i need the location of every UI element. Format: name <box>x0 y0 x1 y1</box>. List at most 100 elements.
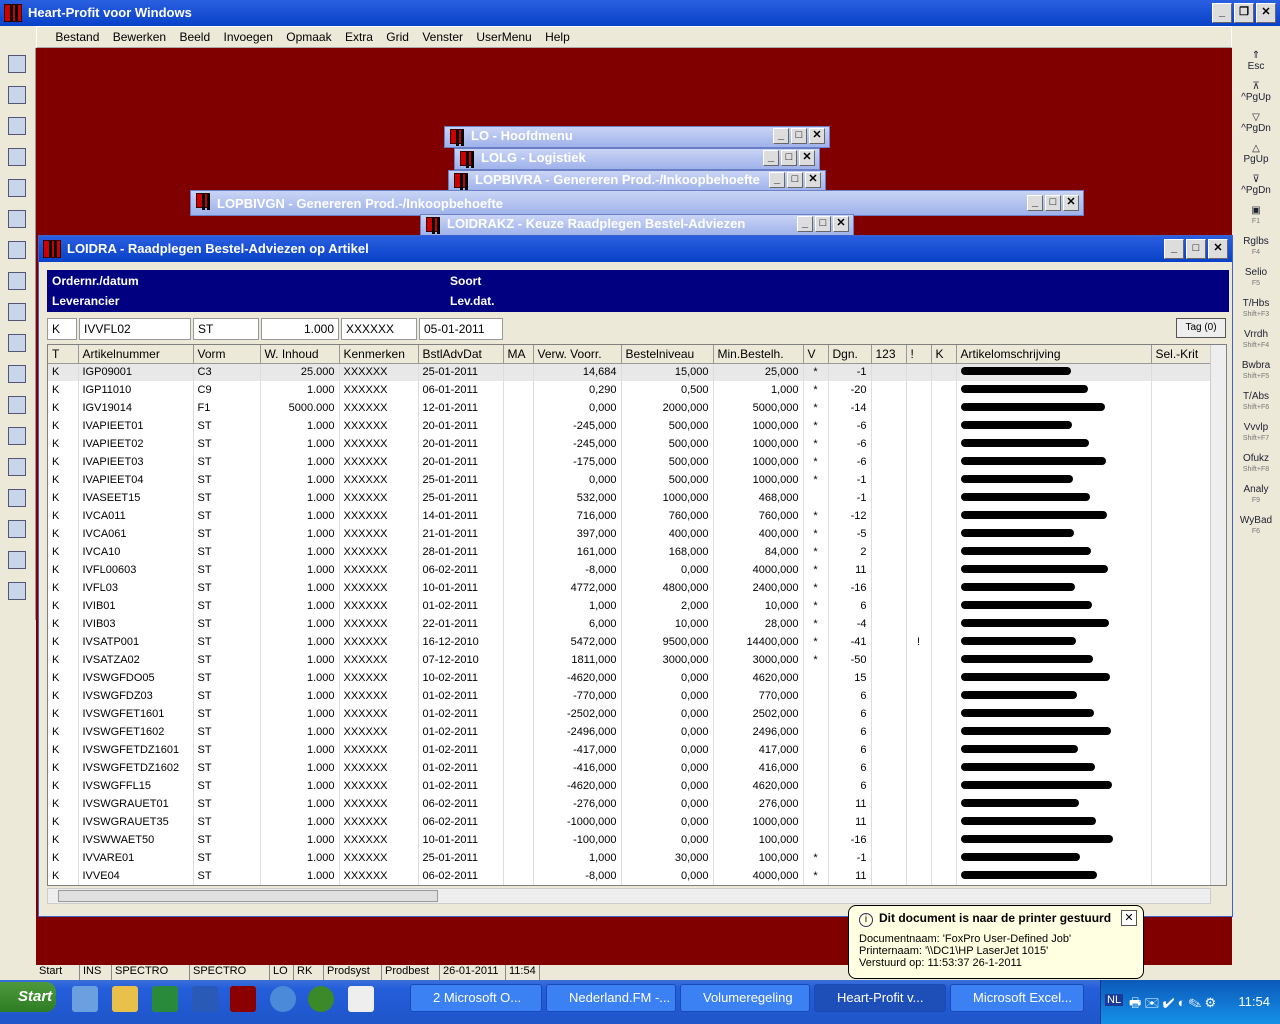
subwindow-lo[interactable]: LO - Hoofdmenu _ □ ✕ <box>444 126 830 148</box>
start-button[interactable]: Start <box>0 982 56 1012</box>
column-header[interactable]: ! <box>906 345 932 364</box>
table-row[interactable]: K IVAPIEET03 ST 1.000 XXXXXX 20-01-2011 -175,0… <box>48 453 1212 471</box>
table-row[interactable]: K IVSWGFETDZ1601 ST 1.000 XXXXXX 01-02-2011 -4… <box>48 741 1212 759</box>
column-header[interactable]: Vorm <box>193 345 261 364</box>
column-header[interactable]: Min.Bestelh. <box>713 345 804 364</box>
column-header[interactable]: BstlAdvDat <box>418 345 504 364</box>
font-icon[interactable] <box>8 117 26 135</box>
rtool-thbs[interactable]: T/Hbs Shift+F3 <box>1234 298 1278 324</box>
calendar-icon[interactable] <box>348 986 374 1012</box>
close-button[interactable]: ✕ <box>1256 3 1276 23</box>
rtool-selio[interactable]: Selio F5 <box>1234 267 1278 293</box>
table-row[interactable]: K IVSWGFETDZ1602 ST 1.000 XXXXXX 01-02-2011 -4… <box>48 759 1212 777</box>
table-row[interactable]: K IVSWGFET1601 ST 1.000 XXXXXX 01-02-2011 -250… <box>48 705 1212 723</box>
column-header[interactable]: Kenmerken <box>339 345 419 364</box>
rtool-wybad[interactable]: WyBad F6 <box>1234 515 1278 541</box>
close-button[interactable]: ✕ <box>1208 239 1228 259</box>
paste-icon[interactable] <box>8 489 26 507</box>
screen-icon[interactable] <box>8 582 26 600</box>
filter-artikel-field[interactable]: IVVFL02 <box>79 318 191 340</box>
rtool-ctrl-pgdn[interactable]: ▽ ^PgDn <box>1234 112 1278 138</box>
column-header[interactable]: 123 <box>871 345 907 364</box>
table-row[interactable]: K IVSWGRAUET35 ST 1.000 XXXXXX 06-02-2011 -100… <box>48 813 1212 831</box>
menu-bewerken[interactable]: Bewerken <box>108 27 171 47</box>
mail-icon[interactable] <box>112 986 138 1012</box>
table-row[interactable]: K IVVARE01 ST 1.000 XXXXXX 25-01-2011 1,000 30,… <box>48 849 1212 867</box>
tray-icons[interactable]: 🖶✉✔◐✎⚙ <box>1129 994 1219 1016</box>
word-icon[interactable] <box>192 986 218 1012</box>
grid-icon[interactable] <box>8 272 26 290</box>
copy-icon[interactable] <box>8 458 26 476</box>
taskbar-volumeregeling[interactable]: Volumeregeling <box>680 984 810 1012</box>
column-header[interactable]: Bestelniveau <box>621 345 714 364</box>
filter-kenmerken-field[interactable]: XXXXXX <box>341 318 417 340</box>
minimize-button[interactable]: _ <box>769 172 785 188</box>
minimize-button[interactable]: _ <box>797 216 813 232</box>
tree-icon[interactable] <box>308 986 334 1012</box>
table-row[interactable]: K IVCA011 ST 1.000 XXXXXX 14-01-2011 716,000 76… <box>48 507 1212 525</box>
maximize-button[interactable]: □ <box>1186 239 1206 259</box>
chart-icon[interactable] <box>8 365 26 383</box>
maximize-button[interactable]: □ <box>815 216 831 232</box>
rtool-pgdn[interactable]: ⊽ ^PgDn <box>1234 174 1278 200</box>
settings-icon[interactable] <box>8 551 26 569</box>
form-edit-icon[interactable] <box>8 334 26 352</box>
maximize-button[interactable]: □ <box>781 150 797 166</box>
table-row[interactable]: K IGV19014 F1 5000.000 XXXXXX 12-01-2011 0,000… <box>48 399 1212 417</box>
horizontal-scrollbar[interactable] <box>47 888 1211 904</box>
taskbar-heart-profit[interactable]: Heart-Profit v... <box>814 984 946 1012</box>
column-header[interactable]: T <box>48 345 79 364</box>
print-icon[interactable] <box>8 210 26 228</box>
filter-t-field[interactable]: K <box>47 318 77 340</box>
printer-notification[interactable]: i Dit document is naar de printer gestuur… <box>848 905 1144 979</box>
help-icon[interactable] <box>8 86 26 104</box>
column-header[interactable]: Verw. Voorr. <box>533 345 622 364</box>
table-row[interactable]: K IVSWGRAUET01 ST 1.000 XXXXXX 06-02-2011 -276… <box>48 795 1212 813</box>
app-titlebar[interactable]: Heart-Profit voor Windows _ ❐ ✕ <box>0 0 1280 26</box>
filter-datum-field[interactable]: 05-01-2011 <box>419 318 503 340</box>
rtool-pgup[interactable]: △ PgUp <box>1234 143 1278 169</box>
minimize-button[interactable]: _ <box>1164 239 1184 259</box>
table-row[interactable]: K IVVE04 ST 1.000 XXXXXX 06-02-2011 -8,000 0,00… <box>48 867 1212 885</box>
table-row[interactable]: K IVIB03 ST 1.000 XXXXXX 22-01-2011 6,000 10,00… <box>48 615 1212 633</box>
vertical-scrollbar[interactable] <box>1210 345 1226 885</box>
column-header[interactable]: K <box>931 345 957 364</box>
rtool-vvvlp[interactable]: Vvvlp Shift+F7 <box>1234 422 1278 448</box>
table-row[interactable]: K IVFL00603 ST 1.000 XXXXXX 06-02-2011 -8,000 0… <box>48 561 1212 579</box>
menu-beeld[interactable]: Beeld <box>174 27 215 47</box>
maximize-button[interactable]: □ <box>787 172 803 188</box>
table-row[interactable]: K IVIB01 ST 1.000 XXXXXX 01-02-2011 1,000 2,000… <box>48 597 1212 615</box>
minimize-button[interactable]: _ <box>773 128 789 144</box>
column-header[interactable]: MA <box>503 345 534 364</box>
rtool-ofukz[interactable]: Ofukz Shift+F8 <box>1234 453 1278 479</box>
calc-icon[interactable] <box>8 520 26 538</box>
table-row[interactable]: K IVCA10 ST 1.000 XXXXXX 28-01-2011 161,000 168… <box>48 543 1212 561</box>
outlook-icon[interactable] <box>72 986 98 1012</box>
tag-button[interactable]: Tag (0) <box>1176 318 1226 338</box>
menu-grid[interactable]: Grid <box>381 27 414 47</box>
filter-inhoud-field[interactable]: 1.000 <box>261 318 339 340</box>
table-row[interactable]: K IVSWGFET1602 ST 1.000 XXXXXX 01-02-2011 -249… <box>48 723 1212 741</box>
table-row[interactable]: K IVASEET15 ST 1.000 XXXXXX 25-01-2011 532,000… <box>48 489 1212 507</box>
menu-usermenu[interactable]: UserMenu <box>471 27 536 47</box>
table-row[interactable]: K IVAPIEET01 ST 1.000 XXXXXX 20-01-2011 -245,0… <box>48 417 1212 435</box>
table-row[interactable]: K IVSWGFDO05 ST 1.000 XXXXXX 10-02-2011 -4620,… <box>48 669 1212 687</box>
subwindow-lopbivra[interactable]: LOPBIVRA - Genereren Prod.-/Inkoopbehoef… <box>448 170 826 192</box>
list-icon[interactable] <box>8 396 26 414</box>
export-icon[interactable] <box>8 148 26 166</box>
menu-venster[interactable]: Venster <box>417 27 468 47</box>
menu-bestand[interactable]: Bestand <box>50 27 104 47</box>
menu-invoegen[interactable]: Invoegen <box>219 27 278 47</box>
app-icon[interactable] <box>4 4 22 22</box>
table-row[interactable]: K IVSWGFDZ03 ST 1.000 XXXXXX 01-02-2011 -770,0… <box>48 687 1212 705</box>
filter-vorm-field[interactable]: ST <box>193 318 259 340</box>
subwindow-lopbivgn[interactable]: LOPBIVGN - Genereren Prod.-/Inkoopbehoef… <box>190 190 1084 216</box>
table-row[interactable]: K IVSWGFFL15 ST 1.000 XXXXXX 01-02-2011 -4620,… <box>48 777 1212 795</box>
column-header[interactable]: Artikelomschrijving <box>956 345 1152 364</box>
excel-icon[interactable] <box>152 986 178 1012</box>
table-row[interactable]: K IGP09001 C3 25.000 XXXXXX 25-01-2011 14,684 1… <box>48 363 1212 381</box>
rtool-ctrl-pgup[interactable]: ⊼ ^PgUp <box>1234 81 1278 107</box>
taskbar-nederland-fm[interactable]: Nederland.FM -... <box>546 984 676 1012</box>
table-row[interactable]: K IVFL03 ST 1.000 XXXXXX 10-01-2011 4772,000 48… <box>48 579 1212 597</box>
taskbar-excel[interactable]: Microsoft Excel... <box>950 984 1084 1012</box>
